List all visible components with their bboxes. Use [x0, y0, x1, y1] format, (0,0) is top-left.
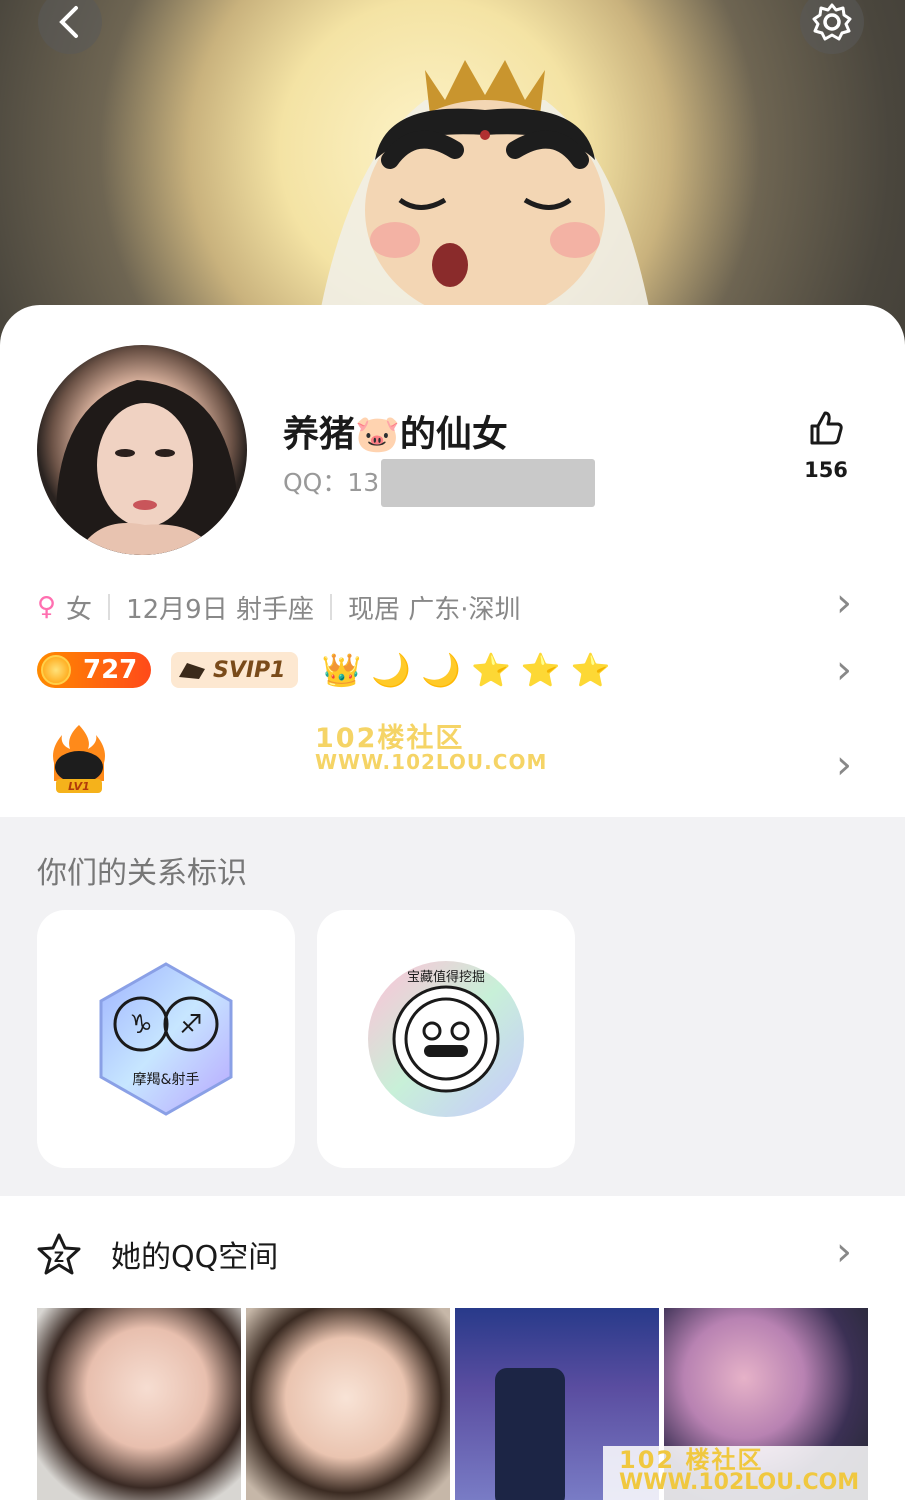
- lv-flame-badge[interactable]: LV1: [48, 723, 110, 795]
- birthday-zodiac: 12月9日 射手座: [126, 594, 314, 625]
- coin-icon: [41, 655, 71, 685]
- relationship-card-zodiac[interactable]: ♑ ♐ 摩羯&射手: [37, 910, 295, 1168]
- phone-in-photo: [495, 1368, 565, 1500]
- zodiac-hexagon-badge: ♑ ♐ 摩羯&射手: [99, 962, 233, 1116]
- svg-text:♐: ♐: [179, 1010, 202, 1040]
- moon-icon: 🌙: [421, 651, 462, 689]
- female-icon: ♀: [37, 592, 57, 622]
- chevron-right-icon[interactable]: ›: [836, 650, 852, 690]
- treasure-label: 宝藏值得挖掘: [407, 969, 485, 985]
- divider: [329, 594, 332, 620]
- crown-icon: 👑: [321, 651, 362, 689]
- moon-icon: 🌙: [371, 651, 412, 689]
- qzone-header[interactable]: Z 她的QQ空间: [37, 1232, 278, 1276]
- svg-text:♑: ♑: [129, 1010, 152, 1040]
- avatar[interactable]: [37, 345, 247, 555]
- star-icon: ⭐: [520, 651, 561, 689]
- qzone-photo[interactable]: [246, 1308, 450, 1500]
- svip-badge[interactable]: SVIP1: [171, 652, 298, 688]
- qq-level-icons: 👑 🌙 🌙 ⭐ ⭐ ⭐: [322, 651, 611, 689]
- qq-number-redaction: [381, 459, 595, 507]
- relationship-title: 你们的关系标识: [37, 856, 247, 891]
- avatar-portrait: [56, 380, 237, 555]
- nickname: 养猪🐷的仙女: [283, 414, 508, 455]
- watermark-line1: 102 楼社区: [619, 1446, 764, 1474]
- thumbs-up-icon: [810, 411, 843, 445]
- cover-figure-illustration: [315, 60, 655, 340]
- charm-badge[interactable]: 727: [37, 652, 151, 688]
- svip-label: SVIP1: [213, 657, 286, 683]
- watermark-line2: WWW.102LOU.COM: [619, 1470, 860, 1495]
- chevron-right-icon[interactable]: ›: [836, 583, 852, 623]
- settings-button[interactable]: [800, 0, 864, 54]
- qzone-photo[interactable]: [37, 1308, 241, 1500]
- watermark-line1: 102楼社区: [315, 723, 465, 754]
- treasure-round-badge: 宝藏值得挖掘: [368, 961, 524, 1117]
- watermark-bottom: 102 楼社区 WWW.102LOU.COM: [603, 1446, 883, 1500]
- chevron-left-icon: [59, 6, 78, 38]
- chevron-right-icon[interactable]: ›: [836, 1232, 852, 1272]
- star-icon: ⭐: [471, 651, 511, 689]
- star-icon: ⭐: [570, 651, 611, 689]
- divider: [108, 594, 111, 620]
- like-button[interactable]: 156: [795, 410, 857, 482]
- watermark-line2: WWW.102LOU.COM: [315, 750, 548, 774]
- profile-card: 养猪🐷的仙女 QQ：13 156 ♀ 女 12月9日 射手座 现居 广东·深圳 …: [0, 305, 905, 817]
- svg-text:Z: Z: [54, 1250, 64, 1266]
- basic-info-row[interactable]: ♀ 女 12月9日 射手座 现居 广东·深圳: [37, 587, 521, 627]
- relationship-card-treasure[interactable]: 宝藏值得挖掘: [317, 910, 575, 1168]
- zodiac-pair-label: 摩羯&射手: [133, 1071, 200, 1088]
- lv-label: LV1: [68, 780, 90, 793]
- residence: 现居 广东·深圳: [347, 594, 521, 625]
- charm-value: 727: [83, 655, 138, 685]
- badge-row[interactable]: 727 SVIP1 👑 🌙 🌙 ⭐ ⭐ ⭐: [37, 650, 611, 690]
- like-count: 156: [804, 458, 848, 482]
- back-button[interactable]: [38, 0, 102, 54]
- gear-icon: [812, 3, 852, 41]
- chevron-right-icon[interactable]: ›: [836, 745, 852, 785]
- svip-hat-icon: [179, 663, 205, 679]
- qzone-star-icon: Z: [37, 1233, 81, 1275]
- qzone-title: 她的QQ空间: [111, 1240, 279, 1275]
- qq-number: QQ：13: [283, 468, 380, 497]
- gender: 女: [66, 594, 93, 625]
- watermark-top: 102楼社区 WWW.102LOU.COM: [315, 725, 547, 772]
